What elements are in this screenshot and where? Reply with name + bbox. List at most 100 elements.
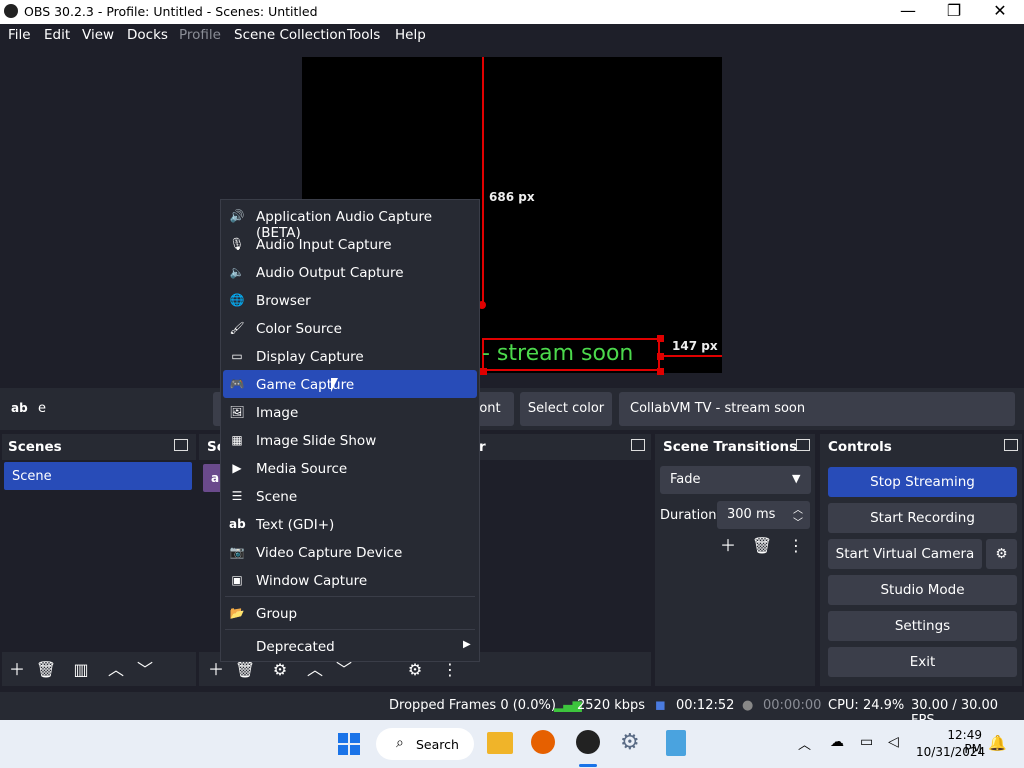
chevron-down-icon[interactable]: ﹀ — [133, 658, 157, 682]
menu-item-window-capture[interactable]: ▣ Window Capture — [223, 566, 477, 594]
bell-icon[interactable]: 🔔 — [988, 734, 1007, 752]
transition-select-value: Fade — [670, 472, 701, 487]
duration-label: Duration — [660, 508, 717, 523]
menu-item-browser[interactable]: 🌐 Browser — [223, 286, 477, 314]
text-source-icon: ab — [11, 401, 28, 415]
monitor-icon: ▭ — [231, 349, 243, 363]
resize-handle-bottom-left[interactable] — [480, 368, 487, 375]
stop-streaming-button[interactable]: Stop Streaming — [828, 467, 1017, 497]
menu-help[interactable]: Help — [395, 27, 426, 43]
undock-icon[interactable] — [1004, 439, 1018, 451]
text-source-content: - stream soon — [482, 341, 634, 366]
undock-icon[interactable] — [796, 439, 810, 451]
trash-icon[interactable]: 🗑 — [34, 658, 58, 682]
camera-icon: 📷 — [229, 545, 245, 559]
menu-item-media-source[interactable]: ▶ Media Source — [223, 454, 477, 482]
virtual-camera-gear-icon[interactable]: ⚙ — [986, 539, 1017, 569]
width-guide-label: 147 px — [672, 339, 718, 353]
horizontal-guide-line — [660, 355, 722, 357]
text-input-value: CollabVM TV - stream soon — [630, 401, 806, 416]
more-options-icon[interactable]: ⋮ — [784, 534, 808, 558]
network-icon[interactable]: ▭ — [860, 734, 873, 750]
obs-taskbar-icon[interactable] — [576, 730, 600, 754]
chevron-up-icon[interactable]: ︿ — [798, 734, 811, 753]
text-icon: ab — [229, 517, 246, 531]
close-button[interactable]: ✕ — [977, 0, 1023, 24]
windows-start-icon[interactable] — [338, 733, 360, 755]
maximize-button[interactable]: ❐ — [931, 0, 977, 24]
file-explorer-icon[interactable] — [487, 732, 513, 754]
record-icon: ● — [742, 698, 754, 713]
dropped-frames: Dropped Frames 0 (0.0%) — [389, 698, 556, 713]
title-bar: OBS 30.2.3 - Profile: Untitled - Scenes:… — [0, 0, 1024, 24]
menu-view[interactable]: View — [82, 27, 114, 43]
window-icon: ▣ — [231, 573, 243, 587]
start-recording-button[interactable]: Start Recording — [828, 503, 1017, 533]
add-transition-button[interactable]: ＋ — [716, 534, 740, 558]
source-name-label: e — [38, 401, 46, 416]
menu-edit[interactable]: Edit — [44, 27, 70, 43]
menu-item-video-capture-device[interactable]: 📷 Video Capture Device — [223, 538, 477, 566]
search-icon: ⌕ — [396, 735, 404, 751]
brush-icon: 🖌 — [229, 321, 245, 335]
menu-file[interactable]: File — [8, 27, 31, 43]
menu-item-display-capture[interactable]: ▭ Display Capture — [223, 342, 477, 370]
menu-item-color-source[interactable]: 🖌 Color Source — [223, 314, 477, 342]
menu-item-group[interactable]: 📂 Group — [223, 599, 477, 627]
chevron-up-icon[interactable]: ︿ — [104, 658, 128, 682]
taskbar-search[interactable]: ⌕ Search — [376, 728, 474, 760]
menu-tools[interactable]: Tools — [347, 27, 380, 43]
menu-item-text-gdi[interactable]: ab Text (GDI+) — [223, 510, 477, 538]
folder-icon: 📂 — [229, 606, 245, 620]
menu-item-application-audio-capture[interactable]: 🔊 Application Audio Capture (BETA) — [223, 202, 477, 241]
studio-mode-button[interactable]: Studio Mode — [828, 575, 1017, 605]
transitions-dock-title: Scene Transitions — [663, 439, 798, 455]
list-icon: ☰ — [231, 489, 243, 503]
firefox-icon[interactable] — [531, 730, 555, 754]
duration-value: 300 ms — [727, 507, 776, 522]
obs-logo-icon — [4, 4, 18, 18]
menu-item-scene[interactable]: ☰ Scene — [223, 482, 477, 510]
select-color-button[interactable]: Select color — [520, 392, 612, 426]
onedrive-icon[interactable]: ☁ — [830, 734, 844, 750]
add-scene-button[interactable]: ＋ — [5, 658, 29, 682]
bitrate: 2520 kbps — [577, 698, 646, 713]
start-virtual-camera-button[interactable]: Start Virtual Camera — [828, 539, 982, 569]
exit-button[interactable]: Exit — [828, 647, 1017, 677]
menu-item-audio-input-capture[interactable]: 🎙 Audio Input Capture — [223, 230, 477, 258]
scenes-dock-title: Scenes — [8, 439, 62, 455]
add-source-context-menu: 🔊 Application Audio Capture (BETA) 🎙 Aud… — [220, 199, 480, 662]
transition-select[interactable]: Fade ▼ — [660, 466, 811, 494]
settings-gear-icon[interactable]: ⚙ — [620, 730, 640, 755]
window-title: OBS 30.2.3 - Profile: Untitled - Scenes:… — [24, 4, 318, 19]
duration-spinbox[interactable]: 300 ms ︿ ﹀ — [717, 501, 810, 529]
stream-time: 00:12:52 — [676, 698, 735, 713]
menu-scene-collection[interactable]: Scene Collection — [234, 27, 346, 43]
minimize-button[interactable]: — — [885, 0, 931, 24]
filters-icon[interactable]: ▥ — [69, 658, 93, 682]
undock-icon[interactable] — [174, 439, 188, 451]
text-input[interactable]: CollabVM TV - stream soon — [619, 392, 1015, 426]
globe-icon: 🌐 — [229, 293, 245, 307]
mouse-cursor — [331, 378, 345, 392]
menu-item-image-slide-show[interactable]: ▦ Image Slide Show — [223, 426, 477, 454]
menu-separator — [225, 629, 475, 630]
undock-icon[interactable] — [631, 439, 645, 451]
menu-item-image[interactable]: 🖼 Image — [223, 398, 477, 426]
menu-item-audio-output-capture[interactable]: 🔈 Audio Output Capture — [223, 258, 477, 286]
menu-item-deprecated[interactable]: Deprecated ▶ — [223, 632, 477, 660]
notepad-icon[interactable] — [666, 730, 686, 756]
settings-button[interactable]: Settings — [828, 611, 1017, 641]
gamepad-icon: 🎮 — [229, 377, 245, 391]
resize-handle-top-right[interactable] — [657, 335, 664, 342]
scene-item-label: Scene — [12, 469, 52, 484]
volume-icon[interactable]: ◁ — [888, 734, 899, 750]
menu-docks[interactable]: Docks — [127, 27, 168, 43]
trash-icon[interactable]: 🗑 — [750, 534, 774, 558]
scene-list-item[interactable]: Scene — [4, 462, 192, 490]
chevron-down-icon[interactable]: ﹀ — [793, 514, 803, 529]
resize-handle-bottom-right[interactable] — [657, 368, 664, 375]
menu-item-game-capture[interactable]: 🎮 Game Capture — [223, 370, 477, 398]
source-toolbar: ab e ont Select color CollabVM TV - stre… — [0, 388, 1024, 430]
menu-profile[interactable]: Profile — [179, 27, 221, 43]
